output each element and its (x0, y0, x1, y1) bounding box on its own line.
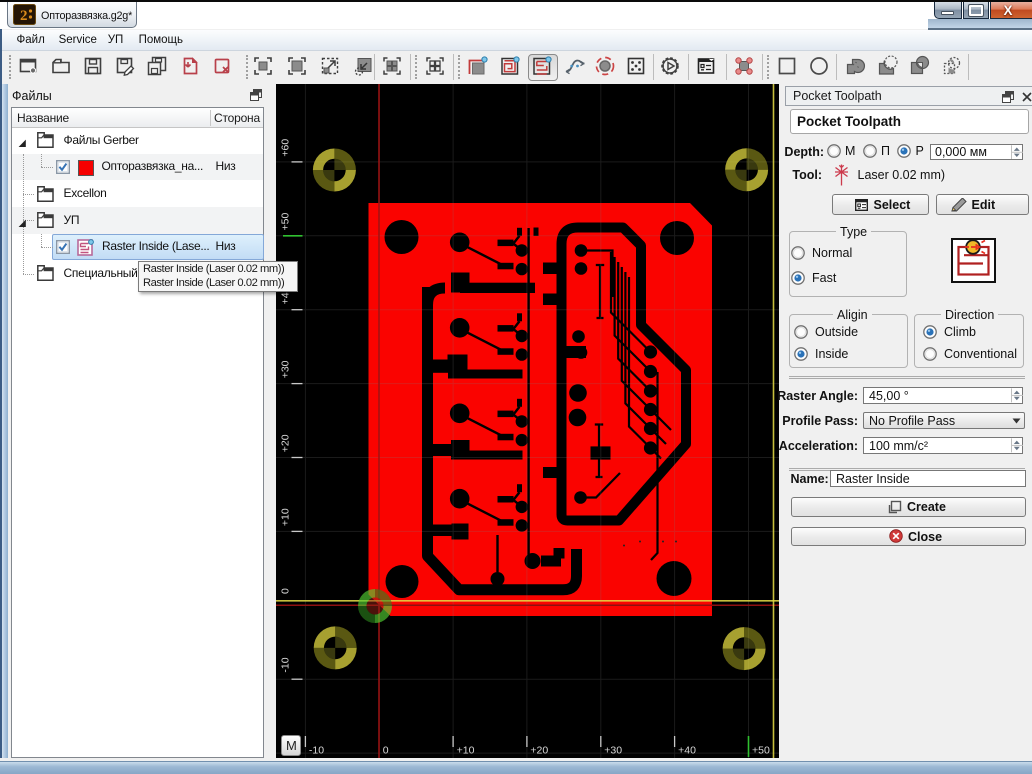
svg-text:2: 2 (20, 8, 28, 24)
svg-text:0: 0 (383, 745, 389, 757)
svg-text:+30: +30 (604, 745, 622, 757)
svg-text:+60: +60 (280, 139, 292, 157)
svg-text:+40: +40 (678, 745, 696, 757)
svg-text:+50: +50 (752, 745, 770, 757)
svg-text:+50: +50 (280, 213, 292, 231)
svg-text:-10: -10 (280, 657, 292, 672)
svg-text:+10: +10 (280, 508, 292, 526)
svg-text:+20: +20 (530, 745, 548, 757)
svg-text:-10: -10 (309, 745, 324, 757)
svg-text:+30: +30 (280, 360, 292, 378)
svg-text:0: 0 (280, 588, 292, 594)
svg-text:+20: +20 (280, 434, 292, 452)
svg-text:+10: +10 (457, 745, 475, 757)
